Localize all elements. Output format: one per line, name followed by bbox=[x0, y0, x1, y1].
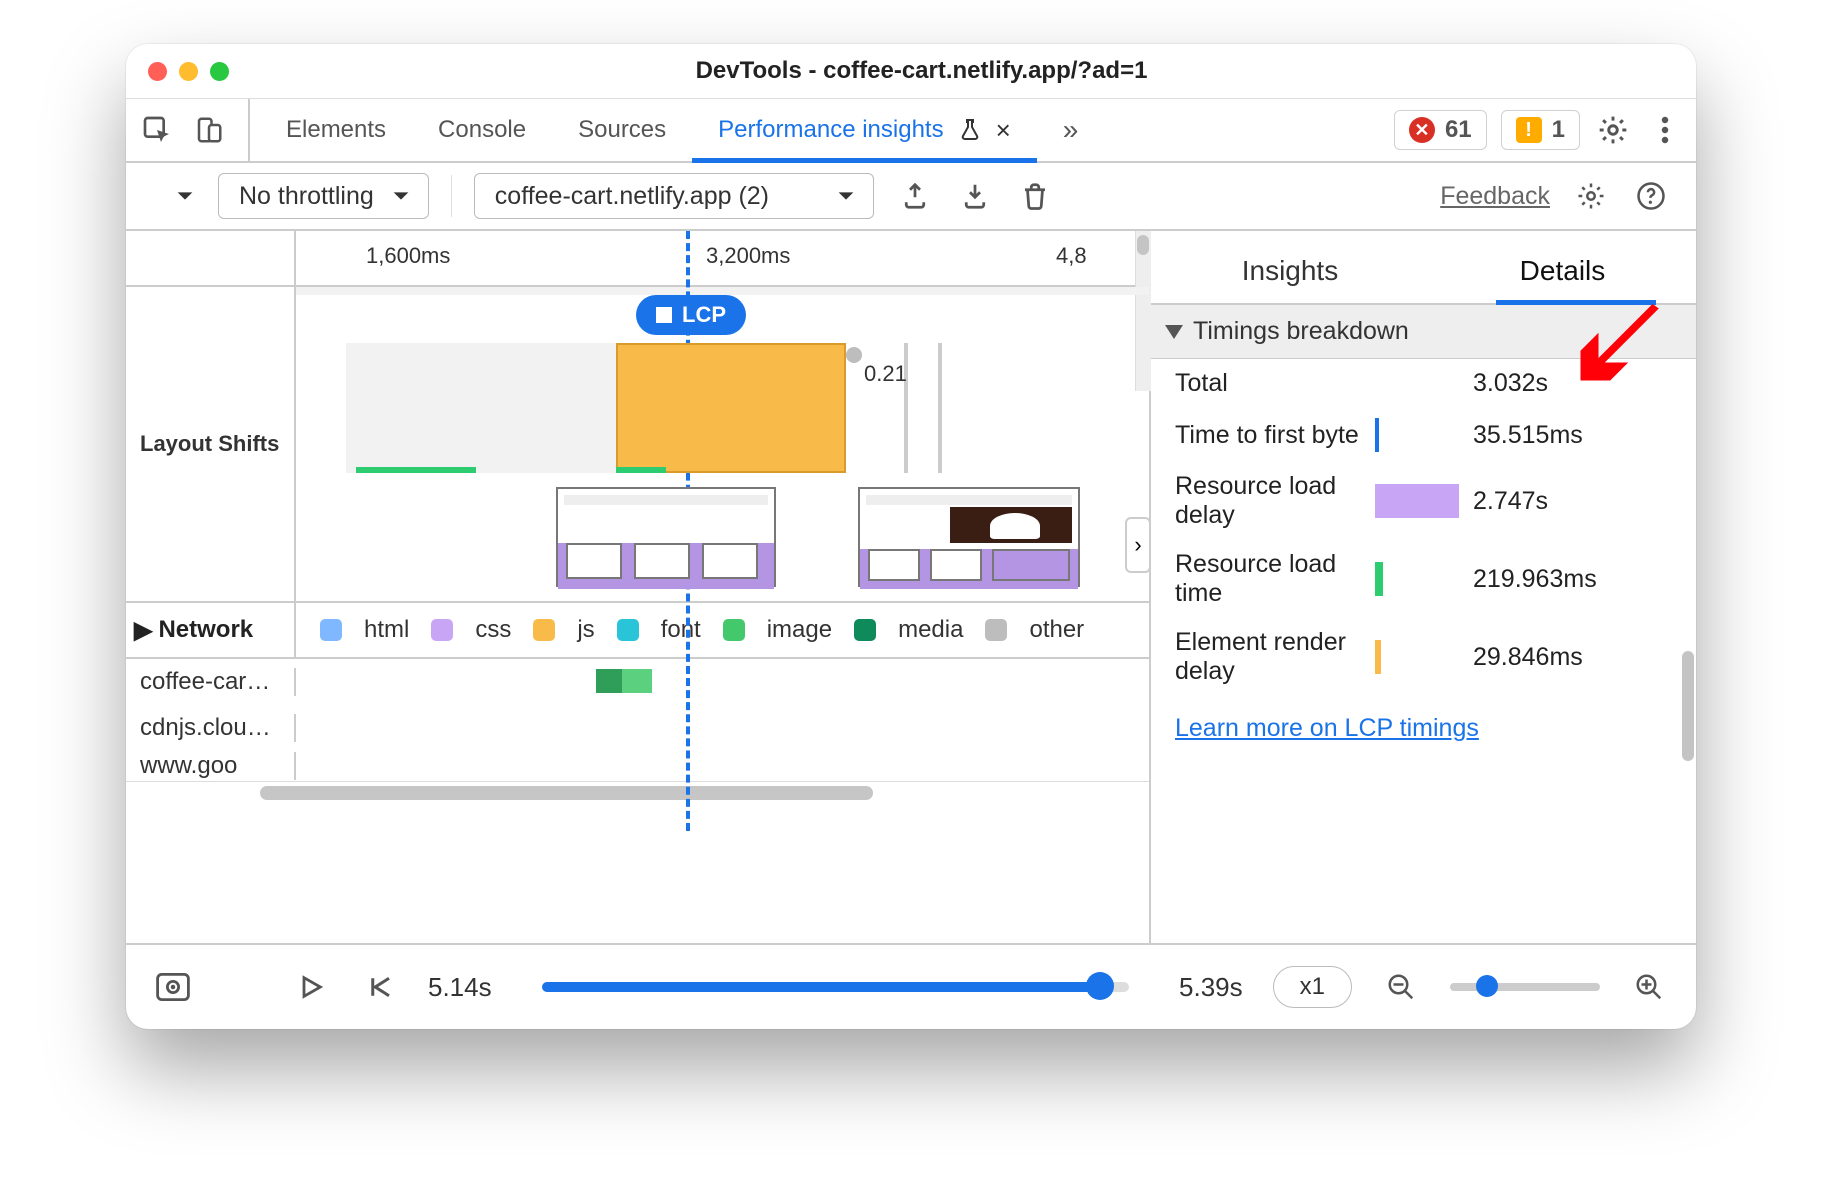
network-legend: html css js font image media other bbox=[296, 603, 1149, 657]
export-icon[interactable] bbox=[896, 177, 934, 215]
metric-row-load-delay: Resource load delay 2.747s bbox=[1151, 462, 1696, 540]
network-rows: coffee-car… cdnjs.clou… www.goo bbox=[126, 659, 1149, 781]
zoom-out-button[interactable] bbox=[1382, 968, 1420, 1006]
errors-badge[interactable]: ✕ 61 bbox=[1394, 110, 1487, 150]
total-duration: 5.39s bbox=[1179, 972, 1243, 1003]
timeline-horizontal-scrollbar[interactable] bbox=[126, 781, 1149, 803]
zoom-window-button[interactable] bbox=[210, 62, 229, 81]
annotation-arrow-icon bbox=[1576, 295, 1666, 385]
metric-row-ttfb: Time to first byte 35.515ms bbox=[1151, 408, 1696, 462]
legend-swatch-html bbox=[320, 619, 342, 641]
lcp-marker[interactable]: LCP bbox=[636, 295, 746, 335]
go-to-start-button[interactable] bbox=[360, 968, 398, 1006]
ruler-tick: 3,200ms bbox=[706, 243, 790, 269]
playback-slider[interactable] bbox=[542, 982, 1129, 992]
ruler-tick: 1,600ms bbox=[366, 243, 450, 269]
play-button[interactable] bbox=[292, 968, 330, 1006]
record-menu-button[interactable] bbox=[174, 185, 196, 207]
errors-count: 61 bbox=[1445, 116, 1472, 144]
network-section-toggle[interactable]: ▶ Network bbox=[126, 603, 296, 657]
legend-swatch-media bbox=[854, 619, 876, 641]
warnings-badge[interactable]: ! 1 bbox=[1501, 110, 1580, 150]
flask-icon bbox=[958, 116, 982, 144]
more-menu-icon[interactable] bbox=[1646, 111, 1684, 149]
metric-bar bbox=[1375, 640, 1381, 674]
throttling-value: No throttling bbox=[239, 182, 374, 211]
playback-speed-button[interactable]: x1 bbox=[1273, 966, 1352, 1008]
import-icon[interactable] bbox=[956, 177, 994, 215]
caret-right-icon: ▶ bbox=[134, 616, 152, 645]
warning-icon: ! bbox=[1516, 117, 1542, 143]
timeline-pane: 1,600ms 3,200ms 4,8 Layout Shifts LC bbox=[126, 231, 1151, 943]
network-row[interactable]: cdnjs.clou… bbox=[126, 705, 1149, 751]
layout-shift-region[interactable] bbox=[616, 343, 846, 473]
learn-more-link[interactable]: Learn more on LCP timings bbox=[1175, 714, 1479, 742]
insights-toolbar: No throttling coffee-cart.netlify.app (2… bbox=[126, 163, 1696, 231]
timeline-ruler[interactable]: 1,600ms 3,200ms 4,8 bbox=[126, 231, 1149, 287]
side-tabs: Insights Details bbox=[1151, 231, 1696, 305]
zoom-in-button[interactable] bbox=[1630, 968, 1668, 1006]
metric-row-render-delay: Element render delay 29.846ms bbox=[1151, 618, 1696, 696]
feedback-link[interactable]: Feedback bbox=[1440, 182, 1550, 211]
metric-bar bbox=[1375, 484, 1459, 518]
devtools-window: DevTools - coffee-cart.netlify.app/?ad=1… bbox=[126, 44, 1696, 1029]
cls-point[interactable] bbox=[846, 347, 862, 363]
target-value: coffee-cart.netlify.app (2) bbox=[495, 182, 769, 211]
details-pane: Insights Details Timings breakdown Total… bbox=[1151, 231, 1696, 943]
tab-sources[interactable]: Sources bbox=[552, 99, 692, 161]
window-controls bbox=[148, 62, 229, 81]
inspect-element-icon[interactable] bbox=[138, 111, 176, 149]
shift-bar bbox=[356, 467, 476, 473]
window-title: DevTools - coffee-cart.netlify.app/?ad=1 bbox=[229, 57, 1614, 85]
network-row[interactable]: coffee-car… bbox=[126, 659, 1149, 705]
current-time: 5.14s bbox=[428, 972, 492, 1003]
legend-swatch-js bbox=[533, 619, 555, 641]
close-tab-button[interactable]: × bbox=[996, 115, 1011, 146]
metric-bar bbox=[1375, 418, 1379, 452]
toggle-preview-icon[interactable] bbox=[154, 968, 192, 1006]
metric-row-load-time: Resource load time 219.963ms bbox=[1151, 540, 1696, 618]
tab-performance-insights[interactable]: Performance insights × bbox=[692, 99, 1037, 161]
warnings-count: 1 bbox=[1552, 116, 1565, 144]
legend-swatch-css bbox=[431, 619, 453, 641]
minimize-window-button[interactable] bbox=[179, 62, 198, 81]
settings-gear-icon[interactable] bbox=[1594, 111, 1632, 149]
legend-swatch-other bbox=[985, 619, 1007, 641]
shift-bar bbox=[616, 467, 666, 473]
stop-icon bbox=[656, 307, 672, 323]
metric-bar bbox=[1375, 562, 1383, 596]
side-tab-insights[interactable]: Insights bbox=[1242, 255, 1339, 303]
caret-down-icon bbox=[1165, 325, 1183, 339]
details-vertical-scrollbar[interactable] bbox=[1680, 421, 1696, 943]
layout-shifts-lane[interactable]: LCP 0.21 bbox=[296, 287, 1149, 601]
help-icon[interactable] bbox=[1632, 177, 1670, 215]
title-bar: DevTools - coffee-cart.netlify.app/?ad=1 bbox=[126, 44, 1696, 99]
tab-console[interactable]: Console bbox=[412, 99, 552, 161]
collapse-sidebar-button[interactable]: › bbox=[1125, 517, 1151, 573]
throttling-select[interactable]: No throttling bbox=[218, 173, 429, 219]
frame-thumbnail[interactable] bbox=[556, 487, 776, 587]
panel-settings-icon[interactable] bbox=[1572, 177, 1610, 215]
frame-thumbnail[interactable] bbox=[858, 487, 1080, 587]
layout-shifts-label: Layout Shifts bbox=[140, 431, 279, 457]
tabs-overflow-button[interactable]: » bbox=[1037, 99, 1105, 161]
playback-bar: 5.14s 5.39s x1 bbox=[126, 943, 1696, 1029]
device-toolbar-icon[interactable] bbox=[190, 111, 228, 149]
target-select[interactable]: coffee-cart.netlify.app (2) bbox=[474, 173, 874, 219]
legend-swatch-image bbox=[723, 619, 745, 641]
zoom-slider[interactable] bbox=[1450, 983, 1600, 991]
tab-elements[interactable]: Elements bbox=[260, 99, 412, 161]
legend-swatch-font bbox=[617, 619, 639, 641]
delete-icon[interactable] bbox=[1016, 177, 1054, 215]
close-window-button[interactable] bbox=[148, 62, 167, 81]
network-row[interactable]: www.goo bbox=[126, 751, 1149, 781]
ruler-tick: 4,8 bbox=[1056, 243, 1087, 269]
error-icon: ✕ bbox=[1409, 117, 1435, 143]
panel-tabs-bar: Elements Console Sources Performance ins… bbox=[126, 99, 1696, 163]
cls-value: 0.21 bbox=[864, 361, 907, 387]
